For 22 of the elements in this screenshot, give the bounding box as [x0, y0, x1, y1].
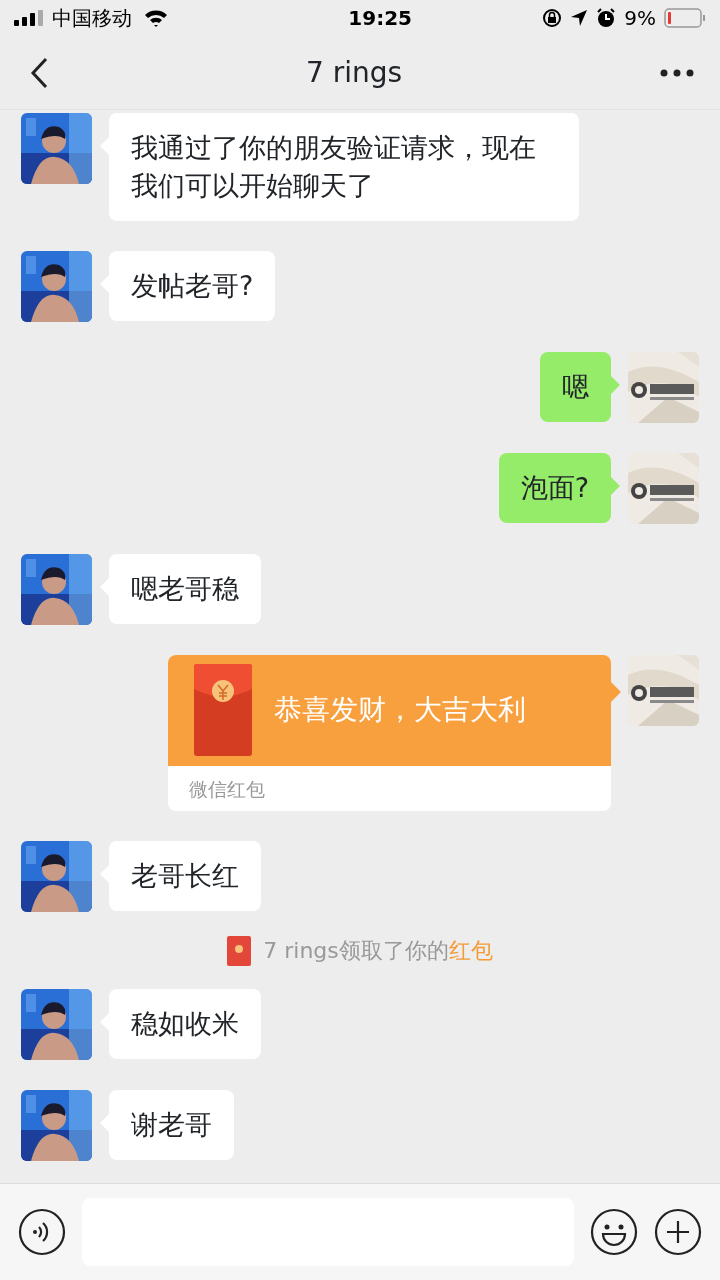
envelope-icon — [227, 935, 252, 966]
plus-button[interactable] — [654, 1208, 702, 1256]
location-icon — [570, 9, 589, 27]
envelope-card[interactable]: 恭喜发财，大吉大利 微信红包 — [168, 654, 611, 811]
envelope-icon — [194, 664, 252, 756]
chat-title: 7 rings — [304, 54, 404, 91]
battery-percent: 9% — [624, 5, 656, 32]
rotation-lock-icon — [542, 8, 563, 28]
battery-icon — [664, 8, 706, 28]
envelope-greeting: 恭喜发财，大吉大利 — [274, 692, 526, 728]
more-button[interactable] — [660, 68, 694, 77]
notice-text: 7 rings领取了你的红包 — [263, 937, 493, 965]
carrier-name: 中国移动 — [52, 5, 132, 32]
emoji-button[interactable] — [590, 1208, 638, 1256]
wifi-icon — [144, 9, 168, 27]
voice-button[interactable] — [18, 1208, 66, 1256]
status-time: 19:25 — [347, 5, 413, 32]
back-button[interactable] — [30, 56, 48, 89]
envelope-link[interactable]: 红包 — [448, 938, 493, 963]
signal-icon — [14, 10, 44, 26]
envelope-label: 微信红包 — [188, 776, 266, 802]
alarm-icon — [596, 8, 617, 28]
